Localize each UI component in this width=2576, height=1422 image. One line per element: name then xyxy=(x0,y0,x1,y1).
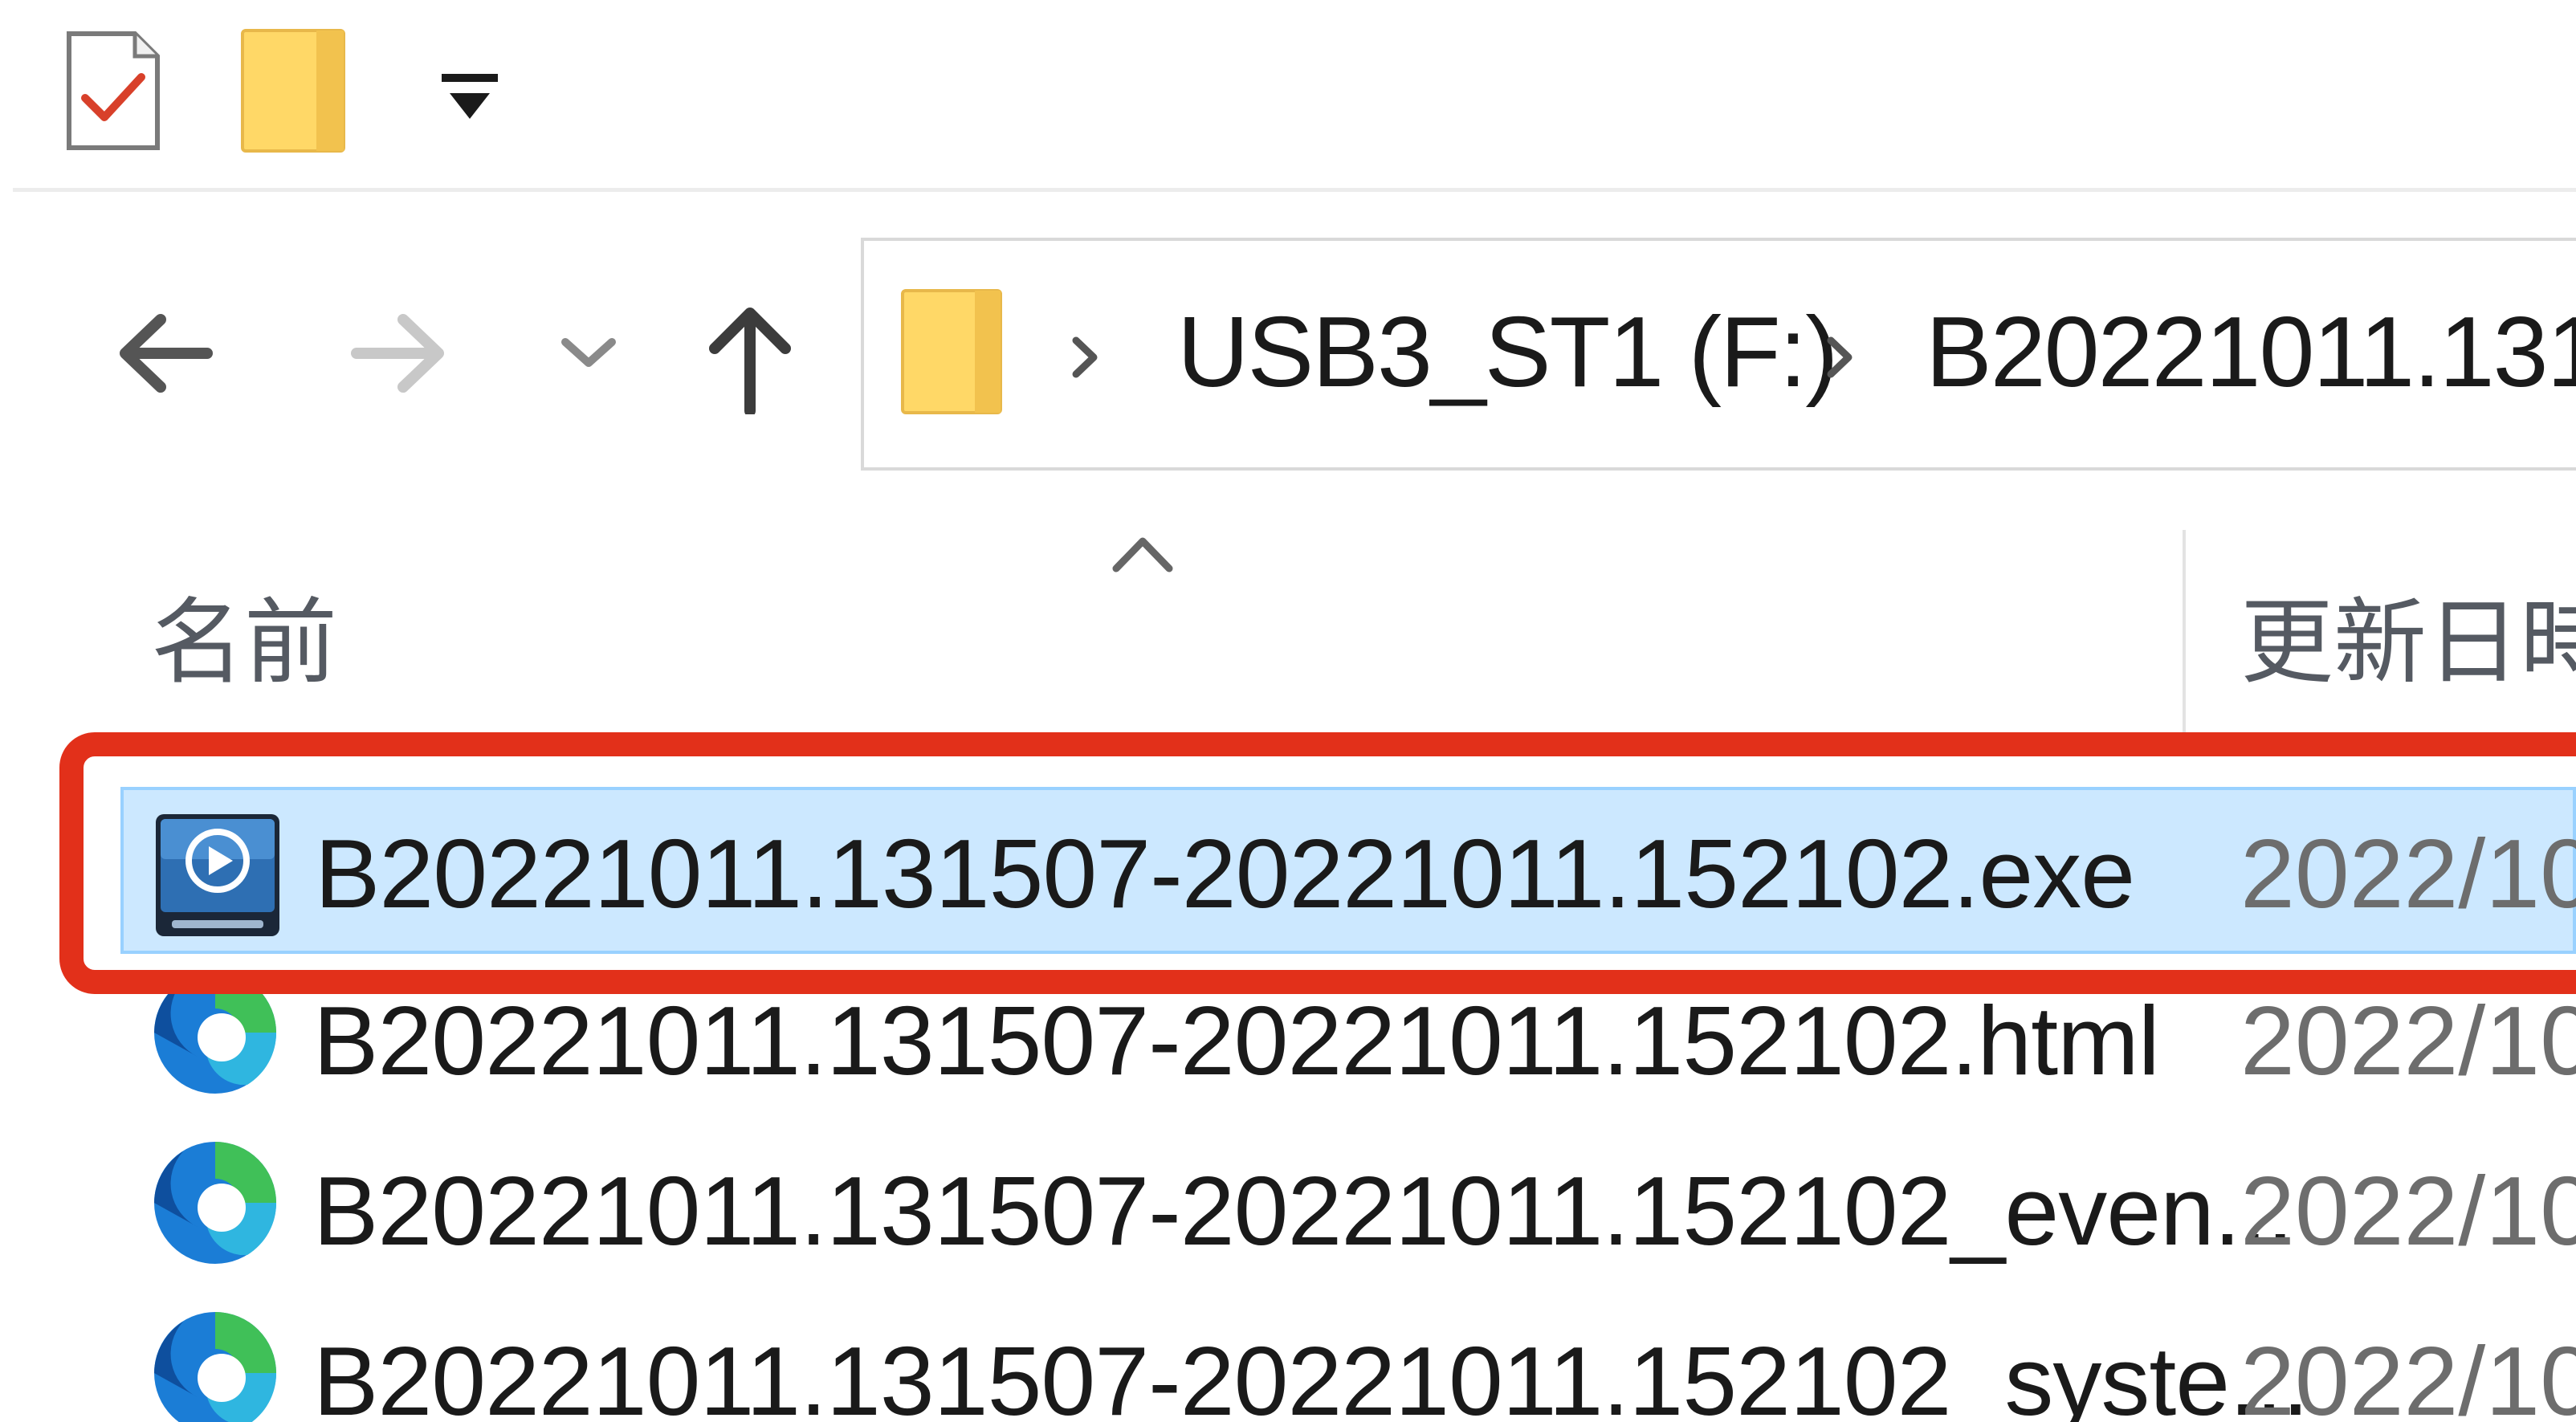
address-bar[interactable]: USB3_ST1 (F:) B20221011.131507-20221011.… xyxy=(861,238,2576,471)
file-date: 2022/10 xyxy=(2240,1156,2576,1265)
column-header-row: 名前 更新日時 xyxy=(0,498,2576,740)
edge-html-icon xyxy=(154,1142,277,1264)
quick-access-toolbar xyxy=(0,0,2576,189)
new-folder-icon[interactable] xyxy=(239,27,347,154)
file-explorer-window: USB3_ST1 (F:) B20221011.131507-20221011.… xyxy=(0,0,2576,1422)
file-name: B20221011.131507-20221011.152102_syste..… xyxy=(313,1326,2309,1422)
file-list: B20221011.131507-20221011.152102.exe 202… xyxy=(0,771,2576,1422)
customize-toolbar-icon[interactable] xyxy=(438,69,501,127)
file-name: B20221011.131507-20221011.152102.html xyxy=(313,986,2160,1095)
breadcrumb-separator-icon[interactable] xyxy=(1065,329,1103,385)
folder-icon xyxy=(901,289,1002,414)
column-header-name[interactable]: 名前 xyxy=(151,575,337,711)
file-name: B20221011.131507-20221011.152102_even... xyxy=(313,1156,2294,1265)
breadcrumb-drive[interactable]: USB3_ST1 (F:) xyxy=(1177,276,1839,429)
file-date: 2022/10 xyxy=(2240,1326,2576,1422)
up-arrow-icon[interactable] xyxy=(699,302,801,414)
recent-locations-chevron-icon[interactable] xyxy=(554,305,623,401)
file-date: 2022/10 xyxy=(2240,819,2576,928)
media-player-exe-icon xyxy=(156,814,279,936)
file-row[interactable]: B20221011.131507-20221011.152102_syste..… xyxy=(120,1298,2576,1422)
breadcrumb-folder[interactable]: B20221011.131507-20221011.152102 xyxy=(1926,276,2576,429)
file-row[interactable]: B20221011.131507-20221011.152102_even...… xyxy=(120,1127,2576,1294)
edge-html-icon xyxy=(154,972,277,1094)
back-arrow-icon[interactable] xyxy=(112,305,215,401)
file-name: B20221011.131507-20221011.152102.exe xyxy=(315,819,2135,928)
file-row[interactable]: B20221011.131507-20221011.152102.exe 202… xyxy=(120,787,2576,954)
file-date: 2022/10 xyxy=(2240,986,2576,1095)
column-header-date-modified[interactable]: 更新日時 xyxy=(2240,575,2576,711)
properties-icon[interactable] xyxy=(66,31,161,151)
column-divider[interactable] xyxy=(2183,530,2186,740)
sort-ascending-icon xyxy=(1112,537,1173,572)
toolbar-divider xyxy=(13,188,2576,192)
edge-html-icon xyxy=(154,1312,277,1422)
breadcrumb-separator-icon[interactable] xyxy=(1820,329,1858,385)
file-row[interactable]: B20221011.131507-20221011.152102.html 20… xyxy=(120,957,2576,1124)
forward-arrow-icon[interactable] xyxy=(348,305,451,401)
